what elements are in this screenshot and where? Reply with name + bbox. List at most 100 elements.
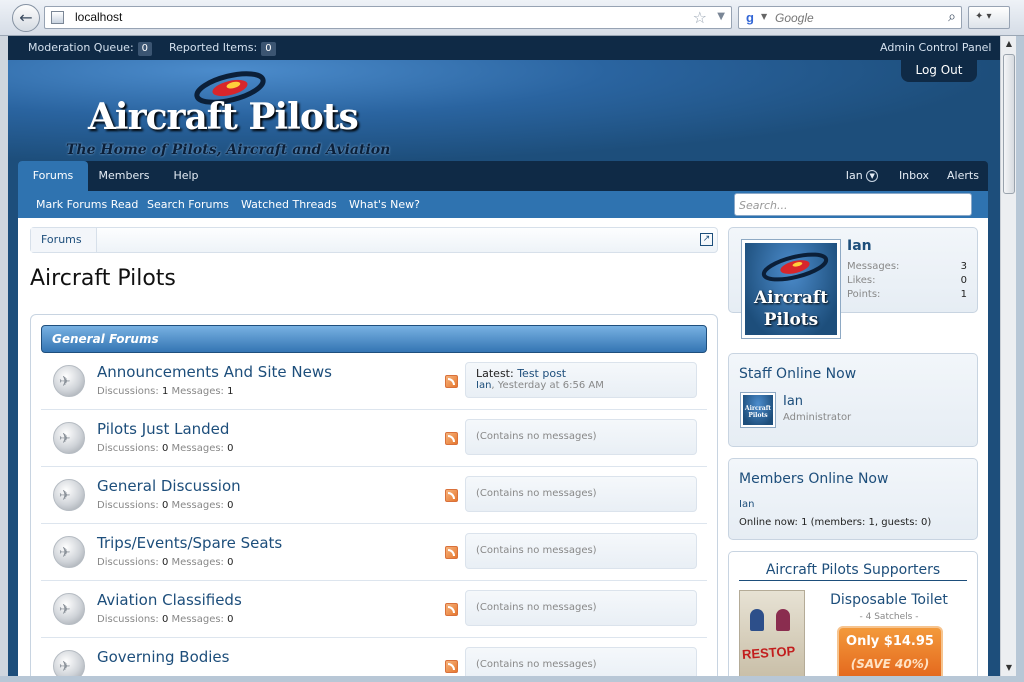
last-post: Latest: Test post Ian, Yesterday at 6:56…	[465, 362, 697, 398]
visitor-name[interactable]: Ian	[847, 238, 872, 254]
google-icon[interactable]: g	[742, 10, 758, 26]
forum-title[interactable]: Governing Bodies	[97, 648, 229, 666]
staff-name-link[interactable]: Ian	[783, 394, 803, 409]
forum-title[interactable]: General Discussion	[97, 477, 241, 495]
user-menu-label: Ian	[845, 169, 863, 182]
online-count: Online now: 1 (members: 1, guests: 0)	[739, 517, 932, 528]
bookmark-star-icon[interactable]: ☆	[693, 8, 707, 27]
admin-control-panel-link[interactable]: Admin Control Panel	[880, 41, 992, 54]
whats-new-link[interactable]: What's New?	[349, 198, 420, 211]
moderation-queue-label: Moderation Queue:	[28, 41, 134, 54]
staff-online-panel: Staff Online Now Aircraft Pilots Ian Adm…	[728, 353, 978, 447]
scroll-down-icon[interactable]: ▼	[1001, 660, 1017, 676]
forum-stats: Discussions: 0 Messages: 0	[97, 500, 234, 511]
main-navigation: Forums Members Help Ian ▼ Inbox Alerts	[18, 161, 988, 191]
forum-read-icon: ✈	[53, 536, 85, 568]
messages-label: Messages:	[171, 443, 224, 454]
forum-title[interactable]: Aviation Classifieds	[97, 591, 242, 609]
moderation-queue-link[interactable]: Moderation Queue: 0	[28, 41, 153, 56]
watched-threads-link[interactable]: Watched Threads	[241, 198, 337, 211]
messages-count: 0	[227, 500, 234, 511]
supporters-panel: Aircraft Pilots Supporters RESTOP Dispos…	[728, 551, 978, 676]
visitor-likes: Likes: 0	[847, 275, 967, 286]
page-scrollbar[interactable]: ▲ ▼	[1000, 36, 1016, 676]
latest-label: Latest:	[476, 367, 514, 380]
reported-items-link[interactable]: Reported Items: 0	[169, 41, 276, 56]
discussions-count: 1	[161, 386, 169, 397]
rss-icon[interactable]	[445, 375, 458, 388]
forum-read-icon: ✈	[53, 593, 85, 625]
product-image[interactable]: RESTOP	[739, 590, 805, 676]
search-icon[interactable]: ⌕	[948, 9, 956, 25]
product-quantity: - 4 Satchels -	[859, 612, 919, 622]
messages-label: Messages:	[171, 614, 224, 625]
latest-user-link[interactable]: Ian	[476, 380, 491, 391]
rss-icon[interactable]	[445, 603, 458, 616]
no-messages-text: (Contains no messages)	[476, 659, 597, 670]
discussions-count: 0	[161, 443, 169, 454]
forum-title[interactable]: Pilots Just Landed	[97, 420, 229, 438]
browser-search-placeholder[interactable]: Google	[775, 11, 814, 25]
rss-icon[interactable]	[445, 660, 458, 673]
address-bar[interactable]: localhost ☆ ▼	[44, 6, 732, 29]
avatar-small-text: Aircraft Pilots	[743, 395, 773, 425]
category-header[interactable]: General Forums	[41, 325, 707, 353]
plane-icon: ✈	[59, 659, 71, 675]
history-dropdown-icon[interactable]: ▼	[717, 11, 725, 22]
search-forums-link[interactable]: Search Forums	[147, 198, 229, 211]
latest-thread-link[interactable]: Test post	[517, 367, 566, 380]
forum-read-icon: ✈	[53, 479, 85, 511]
no-messages-text: (Contains no messages)	[476, 431, 597, 442]
browser-search-box[interactable]: g ▼ Google ⌕	[738, 6, 962, 29]
breadcrumb: Forums ↗	[30, 227, 718, 253]
mark-forums-read-link[interactable]: Mark Forums Read	[36, 198, 138, 211]
visitor-messages: Messages: 3	[847, 261, 967, 272]
stat-value: 0	[960, 275, 967, 286]
messages-count: 0	[227, 557, 234, 568]
tab-help[interactable]: Help	[166, 161, 206, 191]
scroll-up-icon[interactable]: ▲	[1001, 36, 1017, 52]
stat-value: 1	[960, 289, 967, 300]
window-frame-bottom	[0, 676, 1024, 682]
search-input[interactable]: Search...	[734, 193, 972, 216]
messages-count: 0	[227, 443, 234, 454]
moderation-queue-count: 0	[137, 42, 153, 56]
back-button[interactable]: ←	[12, 4, 40, 32]
avatar[interactable]: Aircraft Pilots	[740, 392, 776, 428]
rss-icon[interactable]	[445, 432, 458, 445]
main-content: Forums ↗ Aircraft Pilots General Forums …	[18, 218, 988, 676]
avatar[interactable]: Aircraft Pilots	[741, 239, 841, 339]
scroll-thumb[interactable]	[1003, 54, 1015, 194]
price-badge[interactable]: Only $14.95 (SAVE 40%)	[837, 626, 943, 676]
tab-members[interactable]: Members	[94, 161, 154, 191]
logo-swoosh-icon	[761, 252, 829, 282]
discussions-label: Discussions:	[97, 614, 159, 625]
url-text[interactable]: localhost	[75, 10, 122, 24]
last-post: (Contains no messages)	[465, 647, 697, 676]
alerts-link[interactable]: Alerts	[944, 161, 982, 191]
avatar-logo-text: Aircraft Pilots	[753, 288, 829, 330]
search-engine-dropdown-icon[interactable]: ▼	[761, 12, 767, 21]
window-frame-right	[1016, 36, 1024, 682]
plane-icon: ✈	[59, 374, 71, 390]
forum-title[interactable]: Announcements And Site News	[97, 363, 332, 381]
product-name[interactable]: Disposable Toilet	[819, 592, 959, 608]
tab-forums[interactable]: Forums	[18, 161, 88, 191]
jump-to-icon[interactable]: ↗	[700, 233, 713, 246]
site-logo[interactable]: Aircraft Pilots	[88, 96, 359, 138]
forum-title[interactable]: Trips/Events/Spare Seats	[97, 534, 282, 552]
site-identity-icon[interactable]	[51, 11, 64, 24]
no-messages-text: (Contains no messages)	[476, 488, 597, 499]
addon-button[interactable]: ✦ ▾	[968, 6, 1010, 29]
inbox-link[interactable]: Inbox	[894, 161, 934, 191]
forum-list: General Forums ✈ Announcements And Site …	[30, 314, 718, 676]
logout-button[interactable]: Log Out	[901, 60, 977, 82]
user-menu[interactable]: Ian ▼	[840, 161, 884, 191]
online-member-link[interactable]: Ian	[739, 499, 754, 510]
person-icon	[776, 609, 790, 631]
visitor-panel: Aircraft Pilots Ian Messages: 3 Likes: 0 P…	[728, 227, 978, 339]
reported-items-label: Reported Items:	[169, 41, 258, 54]
breadcrumb-forums[interactable]: Forums	[31, 228, 97, 252]
rss-icon[interactable]	[445, 546, 458, 559]
rss-icon[interactable]	[445, 489, 458, 502]
